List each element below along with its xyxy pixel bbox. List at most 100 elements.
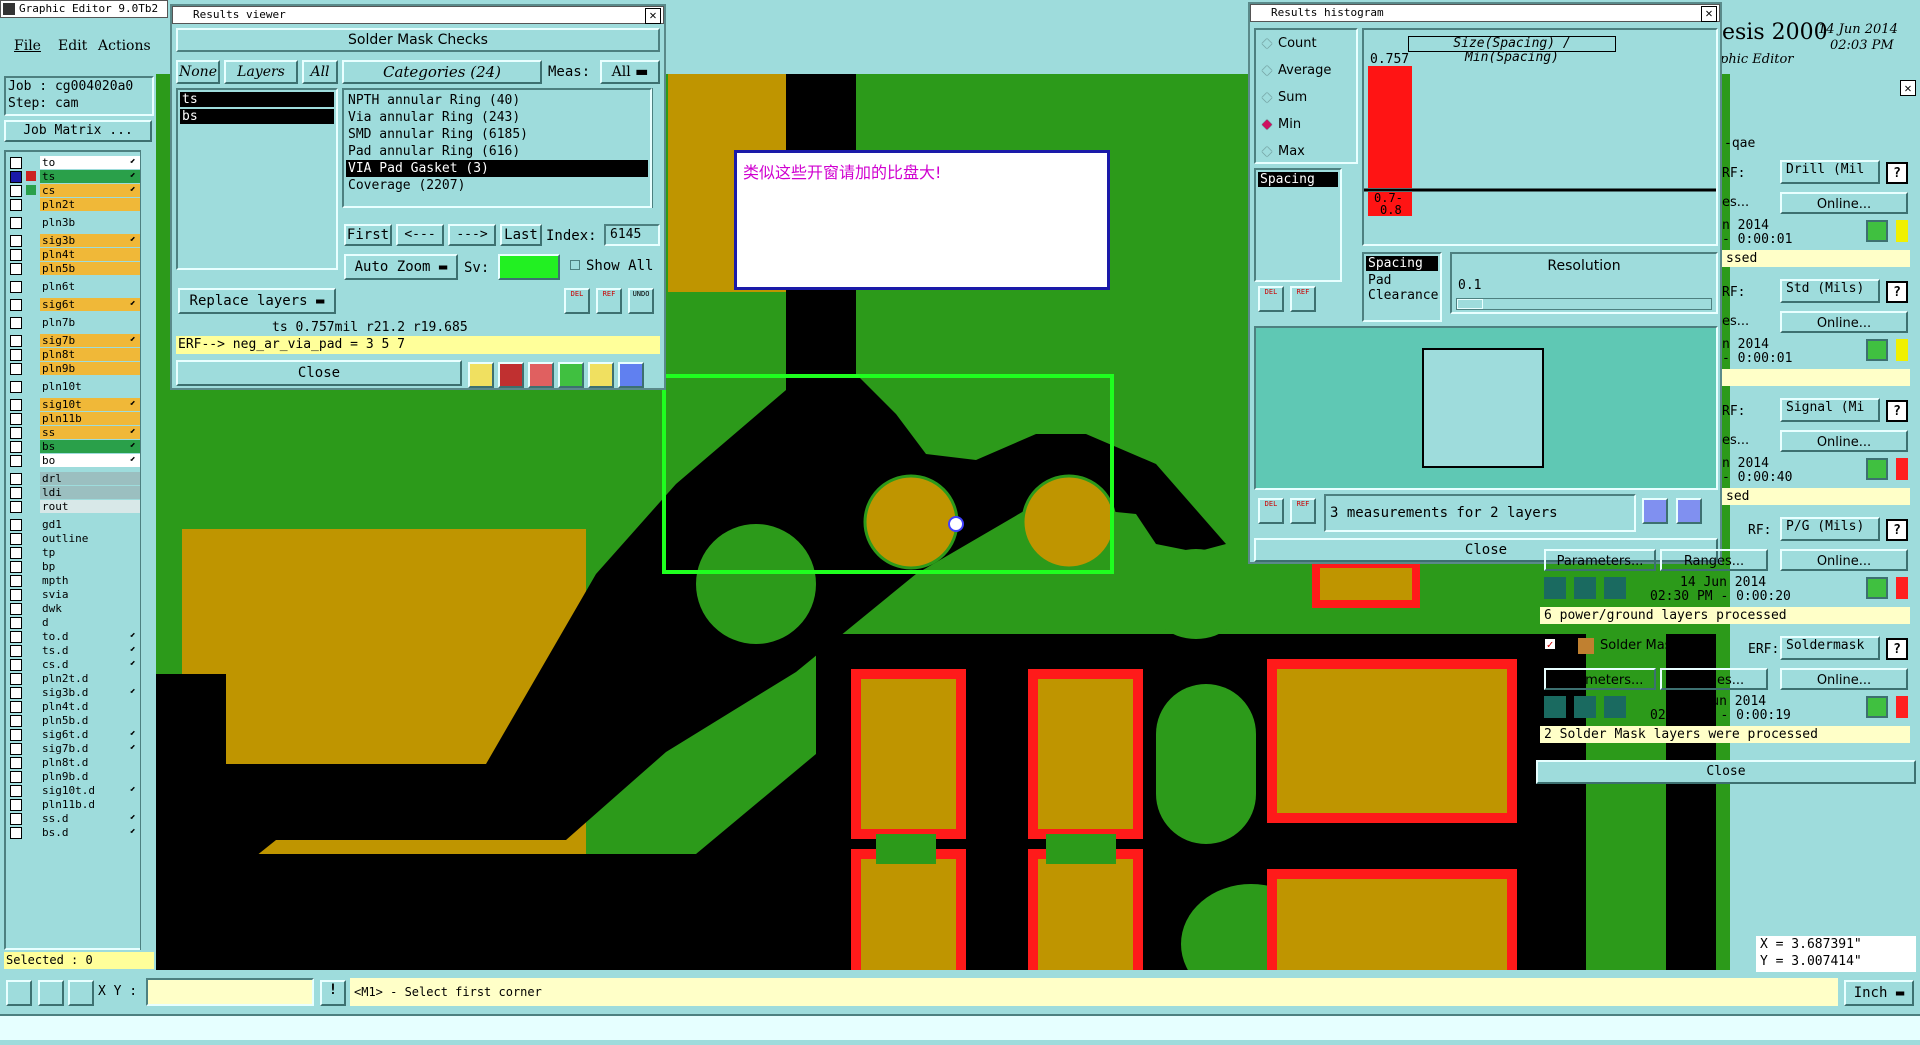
layer-name[interactable]: pln8t.d [40,756,140,769]
layer-row[interactable]: cs.d ⬋ [10,658,140,672]
layer-color-swatch[interactable] [26,799,36,809]
layer-checkbox[interactable] [10,171,22,183]
layer-checkbox[interactable] [10,533,22,545]
prev-button[interactable]: <--- [396,224,444,246]
help-button[interactable]: ? [1886,400,1908,422]
layer-arrow-icon[interactable]: ⬋ [130,398,136,409]
layer-row[interactable]: pln3b [10,216,140,230]
layer-checkbox[interactable] [10,729,22,741]
layer-color-swatch[interactable] [26,743,36,753]
layer-color-swatch[interactable] [26,455,36,465]
next-button[interactable]: ---> [448,224,496,246]
layer-checkbox[interactable] [10,349,22,361]
del-icon[interactable]: DEL [1258,498,1284,524]
meas-select[interactable]: All ▬ [600,60,660,84]
categories-scrollbar[interactable] [652,88,664,208]
layer-row[interactable]: pln10t [10,380,140,394]
replace-layers-button[interactable]: Replace layers ▬ [178,288,336,314]
results-viewer-close-button[interactable]: Close [176,360,462,386]
zoom-result-icon[interactable] [1866,339,1888,361]
radio-icon[interactable]: ◆ [1262,36,1272,51]
layer-row[interactable]: pln6t [10,280,140,294]
layer-row[interactable]: ts ⬋ [10,170,140,184]
layer-row[interactable]: sig6t ⬋ [10,298,140,312]
categories-list[interactable]: NPTH annular Ring (40) Via annular Ring (… [342,88,652,208]
index-input[interactable]: 6145 [604,224,660,246]
layer-row[interactable]: sig7b.d ⬋ [10,742,140,756]
layer-color-swatch[interactable] [26,501,36,511]
layer-row[interactable]: rout [10,500,140,514]
layer-checkbox[interactable] [10,299,22,311]
layer-row[interactable]: sig10t.d ⬋ [10,784,140,798]
online-button[interactable]: Online... [1780,311,1908,333]
layer-arrow-icon[interactable]: ⬋ [130,826,136,837]
layer-name[interactable]: pln2t.d [40,672,140,685]
layer-row[interactable]: pln2t.d [10,672,140,686]
layer-name[interactable]: bp [40,560,140,573]
layer-name[interactable]: to [40,156,140,169]
report-icon[interactable] [588,362,614,388]
layer-color-swatch[interactable] [26,533,36,543]
layer-arrow-icon[interactable]: ⬋ [130,440,136,451]
layer-checkbox[interactable] [10,561,22,573]
layer-checkbox[interactable] [10,785,22,797]
erf-select[interactable]: Soldermask [1780,636,1880,660]
erf-select[interactable]: P/G (Mils) [1780,517,1880,541]
layer-name[interactable]: pln8t [40,348,140,361]
unit-select[interactable]: Inch ▬ [1844,980,1914,1006]
layer-color-swatch[interactable] [26,349,36,359]
layer-checkbox[interactable] [10,317,22,329]
layer-color-swatch[interactable] [26,757,36,767]
layer-checkbox[interactable] [10,185,22,197]
layer-color-swatch[interactable] [26,199,36,209]
category-item[interactable]: Via annular Ring (243) [346,109,648,126]
layer-name[interactable]: tp [40,546,140,559]
layer-checkbox[interactable] [10,589,22,601]
layer-row[interactable]: ldi [10,486,140,500]
layer-list-item-ts[interactable]: ts [180,92,334,107]
layer-row[interactable]: pln8t [10,348,140,362]
layer-row[interactable]: pln4t.d [10,700,140,714]
run-icon[interactable] [1574,577,1596,599]
parameters-button[interactable]: Parameters... [1544,668,1656,690]
layer-row[interactable]: cs ⬋ [10,184,140,198]
zoom-result-icon[interactable] [1866,458,1888,480]
layer-name[interactable]: to.d [40,630,140,643]
online-button[interactable]: Online... [1780,430,1908,452]
alert-icon[interactable]: ! [320,980,346,1006]
aggregate-radio[interactable]: ◆ Max [1262,144,1305,159]
layer-checkbox[interactable] [10,381,22,393]
layer-color-swatch[interactable] [26,473,36,483]
online-button[interactable]: Online... [1780,192,1908,214]
layer-row[interactable]: ts.d ⬋ [10,644,140,658]
layer-color-swatch[interactable] [26,603,36,613]
layer-row[interactable]: sig3b.d ⬋ [10,686,140,700]
help-button[interactable]: ? [1886,638,1908,660]
help-button[interactable]: ? [1886,281,1908,303]
layer-checkbox[interactable] [10,645,22,657]
layer-color-swatch[interactable] [26,381,36,391]
layer-name[interactable]: ldi [40,486,140,499]
layer-row[interactable]: d [10,616,140,630]
layer-color-swatch[interactable] [26,617,36,627]
measure-list[interactable]: Spacing Pad Clearance [1362,252,1442,322]
layer-name[interactable]: pln5b [40,262,140,275]
aggregate-radio[interactable]: ◆ Sum [1262,90,1307,105]
category-item[interactable]: VIA Pad Gasket (3) [346,160,648,177]
ranges-button[interactable]: Ranges... [1660,549,1768,571]
layer-color-swatch[interactable] [26,729,36,739]
layer-arrow-icon[interactable]: ⬋ [130,784,136,795]
layer-color-swatch[interactable] [26,281,36,291]
online-button[interactable]: Online... [1780,549,1908,571]
layer-color-swatch[interactable] [26,249,36,259]
layer-arrow-icon[interactable]: ⬋ [130,184,136,195]
layer-color-swatch[interactable] [26,427,36,437]
layer-row[interactable]: sig7b ⬋ [10,334,140,348]
layer-row[interactable]: pln7b [10,316,140,330]
layer-name[interactable]: pln11b [40,412,140,425]
layer-color-swatch[interactable] [26,263,36,273]
layer-row[interactable]: pln11b.d [10,798,140,812]
measure-list-item[interactable]: Spacing [1366,256,1438,271]
layer-name[interactable]: outline [40,532,140,545]
run-icon[interactable] [1604,696,1626,718]
